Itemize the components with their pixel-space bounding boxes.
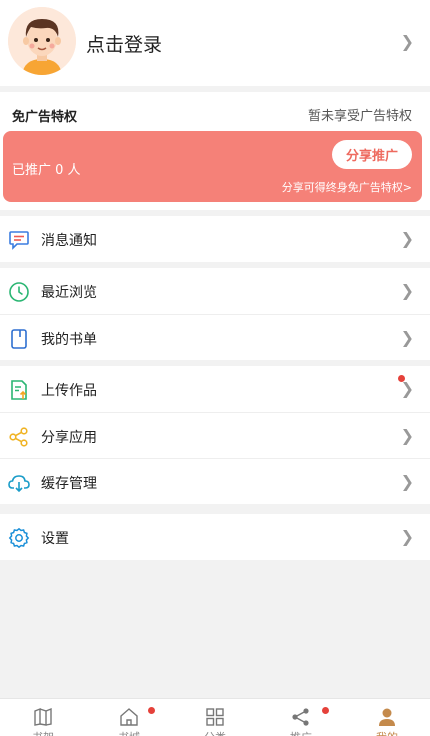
menu-item-recent[interactable]: 最近浏览 ❯: [0, 268, 430, 314]
ad-free-section: 免广告特权 暂未享受广告特权 已推广 0 人 分享推广 分享可得终身免广告特权>: [0, 92, 430, 210]
menu-group-browse: 最近浏览 ❯ 我的书单 ❯: [0, 268, 430, 360]
tab-label: 书架: [0, 729, 86, 736]
menu-group-settings: 设置 ❯: [0, 514, 430, 560]
menu-label-settings: 设置: [41, 531, 69, 547]
chevron-right-icon: ❯: [400, 426, 414, 445]
menu-item-notifications[interactable]: 消息通知 ❯: [0, 216, 430, 262]
clock-icon: [9, 282, 29, 302]
menu-label-cache: 缓存管理: [41, 476, 97, 492]
upload-document-icon: [11, 380, 27, 400]
menu-item-cache[interactable]: 缓存管理 ❯: [0, 458, 430, 504]
menu-label-upload: 上传作品: [41, 383, 97, 399]
tab-category[interactable]: 分类: [172, 699, 258, 736]
tab-label: 推广: [258, 729, 344, 736]
home-icon: [120, 708, 138, 726]
login-label[interactable]: 点击登录: [86, 30, 162, 57]
notification-dot: [148, 707, 155, 714]
promo-card: 已推广 0 人 分享推广 分享可得终身免广告特权>: [3, 131, 422, 202]
menu-label-notifications: 消息通知: [41, 233, 97, 249]
share-icon: [292, 708, 309, 726]
tab-mine[interactable]: 我的: [344, 699, 430, 736]
promo-hint-link[interactable]: 分享可得终身免广告特权>: [282, 179, 412, 195]
tab-bookstore[interactable]: 书城: [86, 699, 172, 736]
profile-header[interactable]: 点击登录 ❯: [0, 0, 430, 86]
menu-item-booklist[interactable]: 我的书单 ❯: [0, 314, 430, 360]
avatar[interactable]: [8, 7, 76, 75]
chevron-right-icon: ❯: [400, 527, 414, 546]
chevron-right-icon: ❯: [400, 229, 414, 248]
menu-label-share-app: 分享应用: [41, 430, 97, 446]
message-icon: [9, 231, 29, 250]
tab-promotion[interactable]: 推广: [258, 699, 344, 736]
chevron-right-icon: ❯: [400, 379, 414, 398]
promo-count: 已推广 0 人: [12, 163, 81, 178]
notification-dot: [322, 707, 329, 714]
menu-item-share-app[interactable]: 分享应用 ❯: [0, 412, 430, 458]
menu-group-tools: 上传作品 ❯ 分享应用 ❯ 缓存管理 ❯: [0, 366, 430, 504]
cloud-download-icon: [8, 475, 30, 493]
menu-item-settings[interactable]: 设置 ❯: [0, 514, 430, 560]
chevron-right-icon: ❯: [400, 472, 414, 491]
grid-icon: [206, 708, 224, 726]
gear-icon: [8, 527, 30, 549]
chevron-right-icon: ❯: [400, 32, 414, 51]
chevron-right-icon: ❯: [400, 328, 414, 347]
menu-label-booklist: 我的书单: [41, 332, 97, 348]
share-icon: [9, 427, 28, 447]
menu-item-upload[interactable]: 上传作品 ❯: [0, 366, 430, 412]
menu-group-notifications: 消息通知 ❯: [0, 216, 430, 262]
tab-label: 书城: [86, 729, 172, 736]
share-promo-button[interactable]: 分享推广: [332, 140, 412, 169]
chevron-right-icon: ❯: [400, 281, 414, 300]
tab-label: 我的: [344, 729, 430, 736]
profile-icon: [379, 708, 395, 726]
bottom-tab-bar: 书架 书城 分类 推广 我的: [0, 698, 430, 736]
ad-free-status: 暂未享受广告特权: [307, 109, 412, 124]
tab-label: 分类: [172, 729, 258, 736]
book-icon: [11, 329, 27, 349]
tab-bookshelf[interactable]: 书架: [0, 699, 86, 736]
menu-label-recent: 最近浏览: [41, 285, 97, 301]
bookshelf-icon: [34, 707, 52, 726]
ad-free-title: 免广告特权: [12, 110, 78, 125]
